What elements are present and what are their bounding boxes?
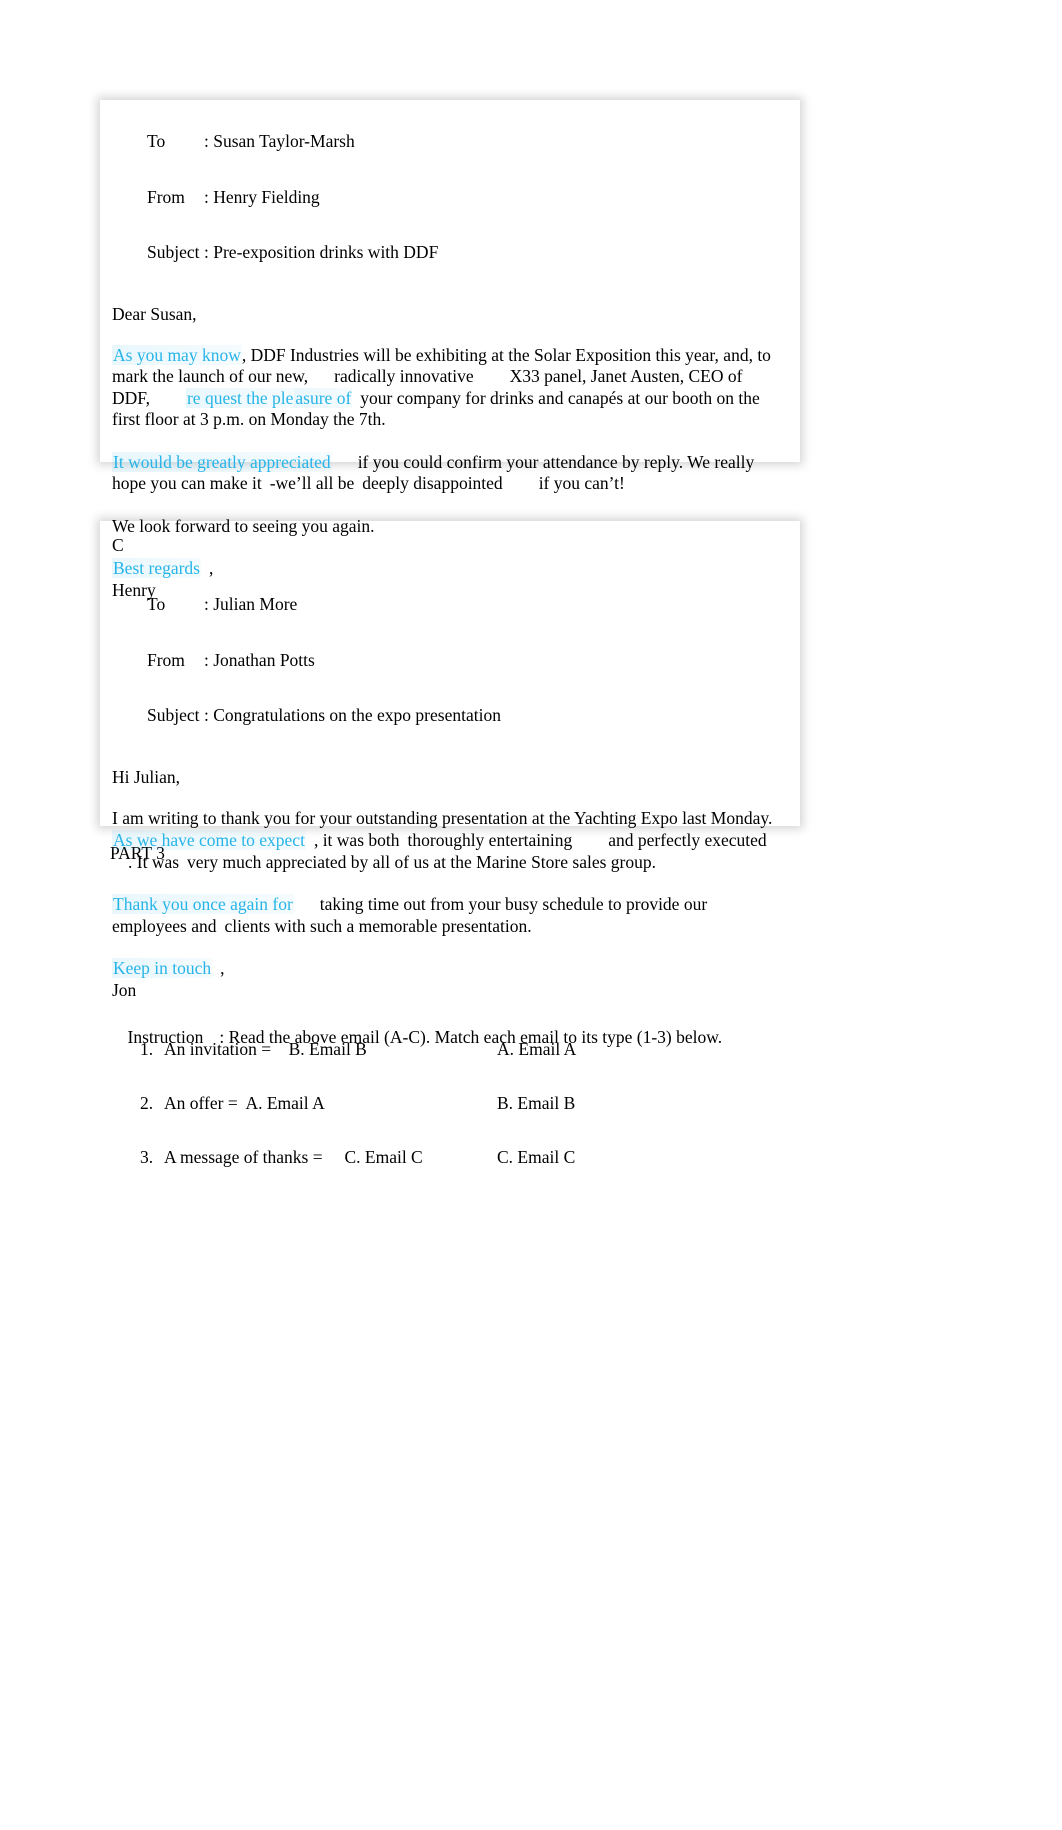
- email-c-header-from: From : Jonathan Potts: [112, 632, 782, 687]
- header-value-from: : Henry Fielding: [204, 186, 320, 207]
- email-c-paragraph-2: Thank you once again for taking time out …: [112, 894, 782, 937]
- email-b-p2-text-5: if you can’t!: [538, 473, 625, 494]
- header-label-subject: Subject: [147, 241, 200, 262]
- answer-row: 2. An offer = A. Email A B. Email B: [110, 1093, 810, 1147]
- email-b-p2-text-2: an make it: [188, 473, 262, 494]
- answer-text[interactable]: An invitation = B. Email B: [164, 1039, 367, 1060]
- email-c-header-to: To : Julian More: [112, 577, 782, 632]
- option-text[interactable]: A. Email A: [497, 1039, 576, 1060]
- email-card-b: To : Susan Taylor-Marsh From : Henry Field…: [100, 100, 800, 600]
- answer-text[interactable]: An offer = A. Email A: [164, 1093, 325, 1114]
- answer-text[interactable]: A message of thanks = C. Email C: [164, 1147, 423, 1168]
- email-b-p2-text-3: -we’ll all be: [269, 473, 355, 494]
- option-text[interactable]: C. Email C: [497, 1147, 575, 1168]
- phrase-thank-you-once-again-for: Thank you once again for: [112, 894, 294, 915]
- email-c-p1-text-1: , it was both: [313, 830, 400, 851]
- email-c-p1-text-2: thoroughly entertaining: [407, 830, 573, 851]
- email-c-p1-text-5: very much appreciated by all of us at th…: [187, 851, 656, 872]
- header-label-from: From: [147, 649, 185, 670]
- email-b-salutation: Dear Susan,: [112, 303, 197, 324]
- email-b-paragraph-1: As you may know, DDF Industries will be …: [112, 344, 782, 431]
- phrase-as-you-may-know: As you may know: [112, 344, 242, 365]
- answer-row: 1. An invitation = B. Email B A. Email A: [110, 1039, 810, 1093]
- header-value-from: : Jonathan Potts: [204, 649, 315, 670]
- email-c-p1-text-3: and perfectly executed: [608, 830, 767, 851]
- email-b-p1-text-3: radically innovative: [334, 366, 474, 387]
- phrase-request-the-pleasure-part1: re quest the ple: [185, 387, 295, 408]
- email-b-header-from: From : Henry Fielding: [112, 169, 782, 224]
- email-c-paragraph-1-rest: As we have come to expect , it was both th…: [112, 830, 782, 873]
- option-text[interactable]: B. Email B: [497, 1093, 575, 1114]
- email-b-p1-text-6: e 7th.: [346, 409, 386, 430]
- email-c-paragraph-1-line1: I am writing to thank you for your outst…: [112, 807, 773, 828]
- header-label-from: From: [147, 186, 185, 207]
- email-b-header-subject: Subject: Pre-exposition drinks with DDF: [112, 224, 782, 279]
- email-c-signoff-comma: ,: [220, 958, 225, 979]
- email-c-sender-name: Jon: [112, 979, 137, 1000]
- email-c-letter: C: [112, 535, 124, 555]
- email-b-p1-text-2: he launch of our new,: [157, 366, 309, 387]
- header-label-subject: Subject: [147, 704, 200, 725]
- phrase-it-would-be-greatly-appreciated: It would be greatly appreciated: [112, 451, 332, 472]
- answer-list: 1. An invitation = B. Email B A. Email A…: [110, 1039, 810, 1201]
- answer-row: 3. A message of thanks = C. Email C C. E…: [110, 1147, 810, 1201]
- answer-number: 3.: [140, 1147, 154, 1167]
- email-c-signoff: Keep in touch,: [112, 958, 782, 980]
- header-label-to: To: [147, 131, 166, 152]
- header-value-subject: : Pre-exposition drinks with DDF: [204, 241, 439, 262]
- phrase-keep-in-touch: Keep in touch: [112, 958, 213, 979]
- email-card-c: C To : Julian More From : Jonathan Potts S…: [100, 521, 800, 1000]
- email-b-header-to: To : Susan Taylor-Marsh: [112, 114, 782, 169]
- email-b-paragraph-2: It would be greatly appreciated if you co…: [112, 451, 782, 495]
- email-c-salutation: Hi Julian,: [112, 766, 181, 787]
- email-c-p2-text-2: clients with such a memorable presentati…: [224, 915, 532, 936]
- email-c-p1-text-4: . It was: [128, 851, 180, 872]
- header-value-to: : Susan Taylor-Marsh: [204, 131, 355, 152]
- phrase-request-the-pleasure-part2: asure of: [294, 387, 353, 408]
- email-c-content: C To : Julian More From : Jonathan Potts S…: [100, 521, 800, 1017]
- header-value-subject: : Congratulations on the expo presentati…: [204, 704, 501, 725]
- header-value-to: : Julian More: [204, 594, 298, 615]
- email-c-header-subject: Subject: Congratulations on the expo pre…: [112, 687, 782, 742]
- worksheet-page: To : Susan Taylor-Marsh From : Henry Field…: [0, 0, 1062, 1830]
- answer-number: 1.: [140, 1039, 154, 1059]
- header-label-to: To: [147, 594, 166, 615]
- phrase-as-we-have-come-to-expect: As we have come to expect: [112, 830, 306, 851]
- email-b-p2-text-4: deeply disappointed: [362, 473, 503, 494]
- answer-number: 2.: [140, 1093, 154, 1113]
